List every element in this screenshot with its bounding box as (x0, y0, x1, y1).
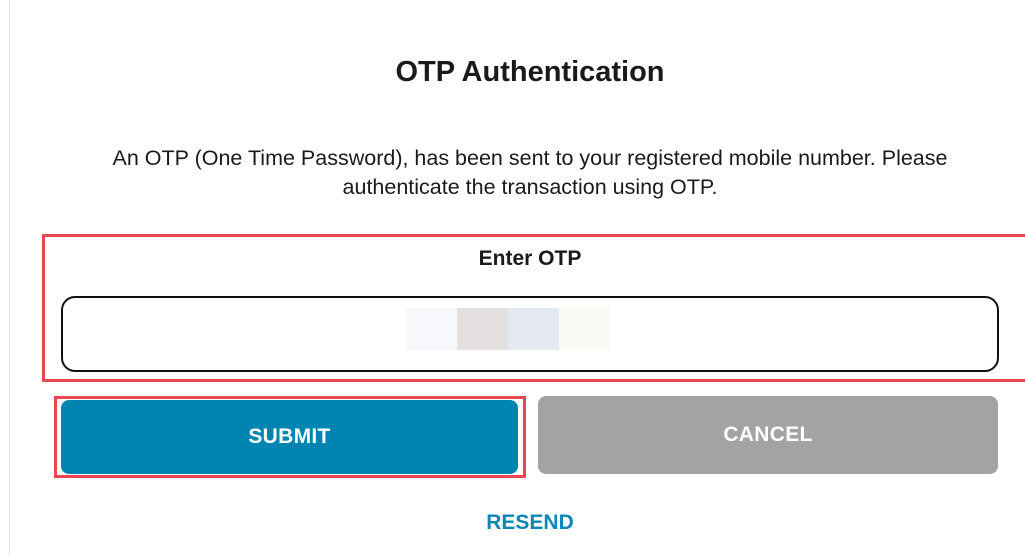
submit-button[interactable]: SUBMIT (61, 400, 518, 474)
cancel-button[interactable]: CANCEL (538, 396, 998, 474)
otp-message: An OTP (One Time Password), has been sen… (112, 146, 948, 199)
otp-input[interactable] (61, 296, 999, 372)
page-title: OTP Authentication (395, 56, 665, 88)
resend-link[interactable]: RESEND (0, 508, 1025, 538)
otp-label: Enter OTP (478, 247, 582, 270)
otp-page: OTP Authentication An OTP (One Time Pass… (0, 0, 1025, 556)
